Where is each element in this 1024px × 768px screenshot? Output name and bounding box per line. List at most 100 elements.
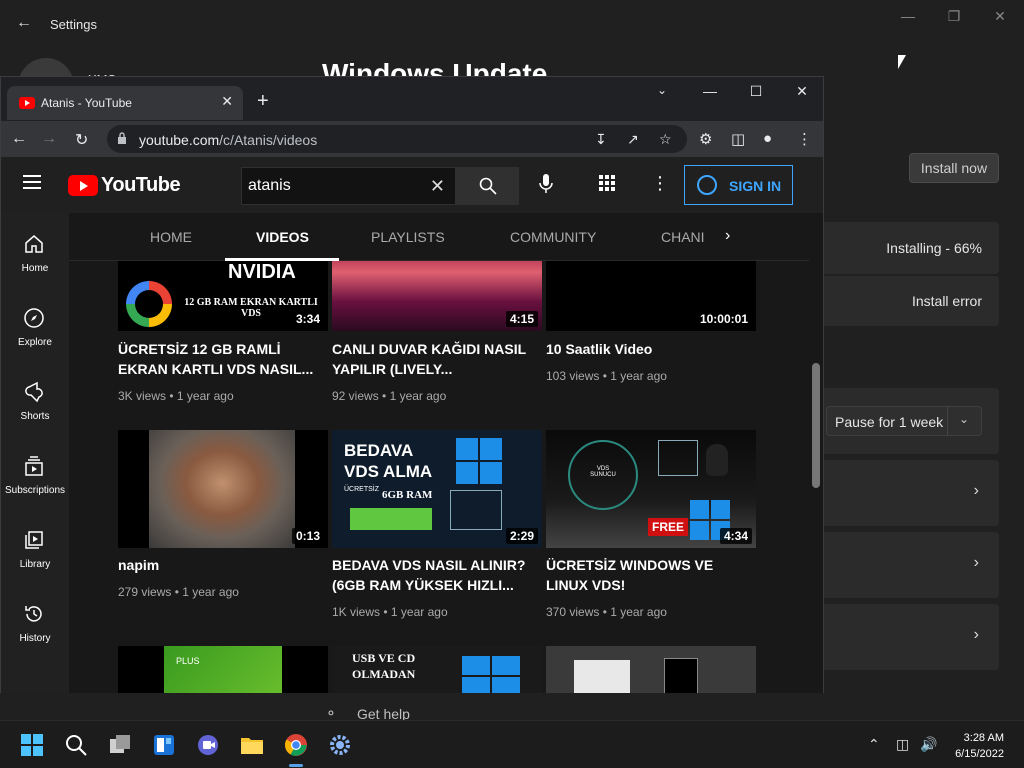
chrome-icon[interactable] [284, 733, 308, 757]
widgets-icon[interactable] [152, 733, 176, 757]
task-view-icon[interactable] [108, 733, 132, 757]
tab-youtube[interactable]: Atanis - YouTube ✕ [7, 86, 243, 120]
pause-label: Pause for 1 week [835, 414, 944, 430]
search-input[interactable]: atanis ✕ [241, 167, 456, 205]
youtube-logo-text[interactable]: YouTube [101, 174, 181, 197]
tab-channels[interactable]: CHANI [661, 229, 705, 245]
close-icon[interactable]: ✕ [980, 8, 1020, 28]
tab-search-icon[interactable]: ⌄ [639, 83, 685, 107]
video-title[interactable]: CANLI DUVAR KAĞIDI NASIL YAPILIR (LIVELY… [332, 339, 532, 379]
youtube-logo-icon[interactable] [68, 175, 98, 196]
chevron-down-icon[interactable]: ⌄ [959, 412, 969, 426]
profile-icon[interactable]: ● [763, 130, 772, 147]
menu-kebab-icon[interactable]: ⋮ [797, 130, 812, 148]
back-arrow-icon[interactable]: ← [16, 14, 34, 32]
teams-chat-icon[interactable] [196, 733, 220, 757]
thumbnail-text: 6GB RAM [382, 489, 433, 501]
start-windows-icon[interactable] [20, 733, 44, 757]
video-thumbnail[interactable]: USB VE CD OLMADAN [332, 646, 542, 693]
shorts-icon [25, 381, 43, 403]
back-icon[interactable]: ← [11, 130, 27, 148]
video-title[interactable]: ÜCRETSİZ WINDOWS VE LINUX VDS! [546, 555, 746, 595]
volume-icon[interactable]: 🔊 [920, 736, 937, 753]
chevron-right-icon: › [973, 482, 979, 499]
video-thumbnail[interactable]: BEDAVA VDS ALMA ÜCRETSİZ 6GB RAM 2:29 [332, 430, 542, 548]
guide-item-subscriptions[interactable]: Subscriptions [1, 455, 69, 515]
mouse-cursor-icon [898, 55, 906, 69]
video-thumbnail[interactable]: PLUS [118, 646, 328, 693]
tab-videos[interactable]: VIDEOS [256, 229, 309, 245]
search-button[interactable] [456, 167, 519, 205]
guide-item-explore[interactable]: Explore [1, 307, 69, 367]
apps-grid-icon[interactable] [599, 175, 615, 191]
video-thumbnail[interactable]: VDS SUNUCU FREE 4:34 [546, 430, 756, 548]
tab-community[interactable]: COMMUNITY [510, 229, 596, 245]
guide-item-shorts[interactable]: Shorts [1, 381, 69, 441]
video-meta: 103 views • 1 year ago [546, 369, 667, 383]
thumbnail-text: USB VE CD OLMADAN [352, 651, 416, 681]
guide-label: Explore [18, 337, 52, 348]
windows-logo-icon [456, 438, 502, 484]
settings-row-insider[interactable]: › [824, 604, 999, 670]
settings-titlebar: ← Settings — ❐ ✕ [0, 0, 1024, 48]
guide-item-history[interactable]: History [1, 603, 69, 663]
tab-playlists[interactable]: PLAYLISTS [371, 229, 445, 245]
minimize-icon[interactable]: — [687, 83, 733, 107]
active-app-indicator [289, 764, 303, 767]
chevron-right-icon[interactable]: › [725, 227, 730, 245]
video-thumbnail[interactable]: 0:13 [118, 430, 328, 548]
tab-home[interactable]: HOME [150, 229, 192, 245]
sign-in-button[interactable]: SIGN IN [684, 165, 793, 205]
thumbnail-text: ÜCRETSİZ [344, 486, 379, 493]
close-tab-icon[interactable]: ✕ [221, 93, 233, 110]
clear-search-icon[interactable]: ✕ [430, 176, 445, 197]
install-app-icon[interactable]: ↧ [595, 131, 607, 148]
restore-icon[interactable]: ❐ [934, 8, 974, 28]
network-icon[interactable]: ◫ [896, 736, 909, 753]
scrollbar[interactable] [809, 213, 823, 693]
thumbnail-text: PLUS [176, 656, 200, 666]
guide-item-home[interactable]: Home [1, 233, 69, 293]
search-icon[interactable] [64, 733, 88, 757]
maximize-icon[interactable]: ☐ [733, 83, 779, 107]
hamburger-menu-icon[interactable] [23, 175, 41, 189]
install-now-button[interactable]: Install now [909, 153, 999, 183]
sign-in-label: SIGN IN [729, 178, 782, 194]
side-panel-icon[interactable]: ◫ [731, 130, 745, 148]
video-thumbnail[interactable]: 4:15 [332, 261, 542, 331]
settings-row-advanced[interactable]: › [824, 532, 999, 598]
bookmark-star-icon[interactable]: ☆ [659, 131, 672, 148]
taskbar-clock[interactable]: 3:28 AM 6/15/2022 [948, 730, 1004, 762]
compass-icon [24, 308, 44, 328]
tab-title: Atanis - YouTube [41, 96, 132, 110]
forward-icon[interactable]: → [41, 130, 57, 148]
minimize-icon[interactable]: — [888, 8, 928, 28]
video-thumbnail[interactable] [546, 646, 756, 693]
reload-icon[interactable]: ↻ [75, 130, 88, 150]
new-tab-icon[interactable]: + [257, 90, 269, 113]
pause-updates-dropdown[interactable]: Pause for 1 week ⌄ [826, 406, 982, 436]
file-explorer-icon[interactable] [240, 733, 264, 757]
address-bar[interactable]: youtube.com/c/Atanis/videos ↧ ↗ ☆ [107, 125, 687, 153]
scrollbar-thumb[interactable] [812, 363, 820, 488]
taskbar: ⌃ ◫ 🔊 3:28 AM 6/15/2022 [0, 720, 1024, 768]
video-title[interactable]: napim [118, 555, 318, 575]
microphone-icon[interactable] [539, 173, 553, 195]
video-title[interactable]: BEDAVA VDS NASIL ALINIR? (6GB RAM YÜKSEK… [332, 555, 532, 595]
youtube-masthead: YouTube atanis ✕ ⋮ SIGN IN [1, 157, 823, 213]
settings-kebab-icon[interactable]: ⋮ [651, 173, 669, 194]
video-thumbnail[interactable]: 10:00:01 [546, 261, 756, 331]
settings-row-update-history[interactable]: › [824, 460, 999, 526]
chevron-up-icon[interactable]: ⌃ [868, 736, 880, 753]
linux-tux-icon [706, 444, 728, 476]
extensions-icon[interactable]: ⚙ [699, 130, 712, 148]
settings-gear-icon[interactable] [328, 733, 352, 757]
server-icon [450, 490, 502, 530]
video-title[interactable]: ÜCRETSİZ 12 GB RAMLİ EKRAN KARTLI VDS NA… [118, 339, 318, 379]
video-meta: 92 views • 1 year ago [332, 389, 447, 403]
video-title[interactable]: 10 Saatlik Video [546, 339, 746, 359]
guide-item-library[interactable]: Library [1, 529, 69, 589]
close-window-icon[interactable]: ✕ [779, 83, 825, 107]
video-thumbnail[interactable]: NVIDIA 12 GB RAM EKRAN KARTLI VDS 3:34 [118, 261, 328, 331]
share-icon[interactable]: ↗ [627, 131, 639, 148]
